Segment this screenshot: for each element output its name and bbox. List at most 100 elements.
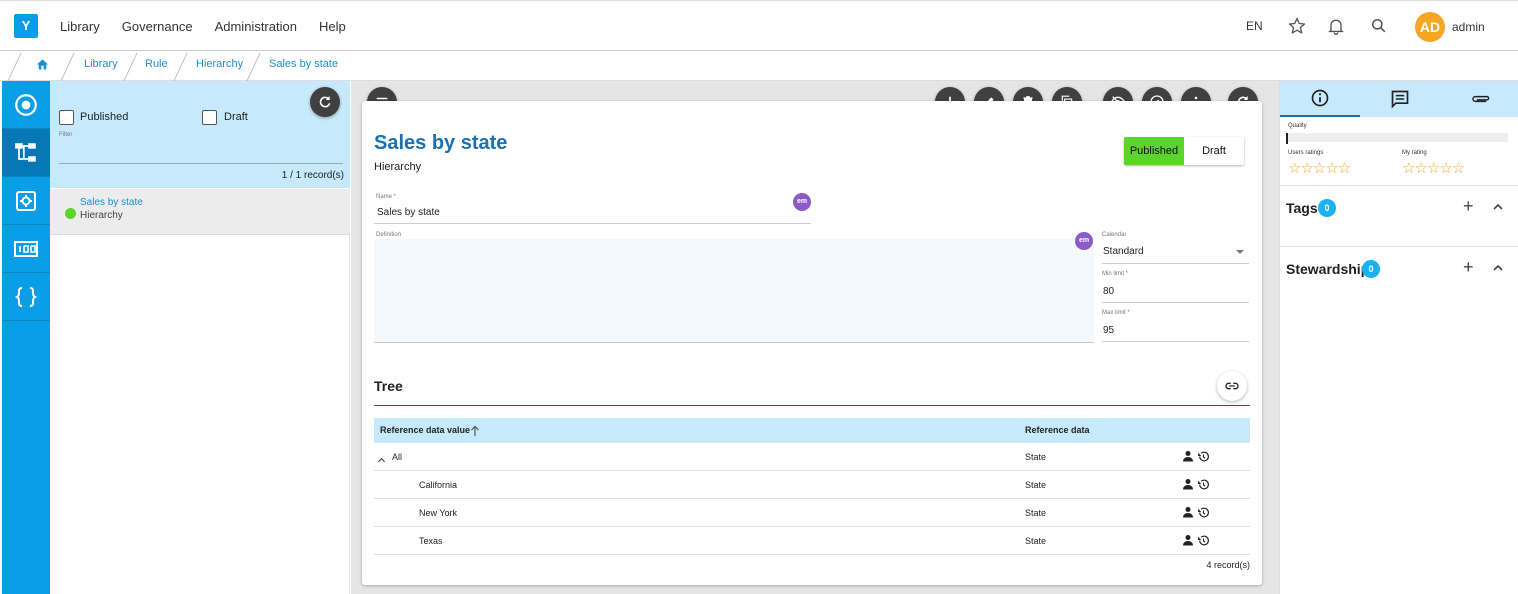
rail-metrics[interactable] [2,225,50,273]
history-icon[interactable] [1197,478,1210,491]
counter-icon [14,240,38,257]
breadcrumb-separator [7,53,22,81]
breadcrumb-hierarchy[interactable]: Hierarchy [196,58,243,70]
table-header: Reference data value Reference data [374,418,1250,443]
sort-ascending-icon[interactable] [470,424,480,442]
user-icon[interactable] [1182,478,1194,490]
min-limit-underline [1102,302,1249,303]
list-item-title[interactable]: Sales by state [80,197,143,208]
language-badge[interactable]: em [793,193,811,211]
published-checkbox[interactable] [59,110,74,125]
column-header-reference[interactable]: Reference data [1025,425,1090,435]
rail-components[interactable] [2,177,50,225]
left-rail [2,81,50,594]
top-nav: Library Governance Administration Help [60,1,346,51]
target-icon [15,93,37,116]
filter-box: Published Draft Filter 1 / 1 record(s) [50,81,350,188]
breadcrumb-library[interactable]: Library [84,58,118,70]
row-actions [1182,534,1210,547]
add-steward-button[interactable]: + [1463,257,1474,278]
nav-administration[interactable]: Administration [215,19,297,34]
cell-value: New York [419,508,458,518]
home-icon[interactable] [35,57,50,77]
comment-icon [1391,90,1409,109]
link-icon [1225,382,1239,390]
calendar-underline [1102,263,1249,264]
table-row[interactable]: All State [374,443,1250,471]
cell-value: All [392,452,403,462]
breadcrumb: Library Rule Hierarchy Sales by state [0,51,1518,81]
chevron-down-icon[interactable] [1236,250,1244,254]
quality-label: Quality [1288,123,1307,129]
rail-hierarchy[interactable] [2,129,50,177]
table-row[interactable]: California State [374,471,1250,499]
breadcrumb-current[interactable]: Sales by state [269,58,338,70]
nav-governance[interactable]: Governance [122,19,193,34]
history-icon[interactable] [1197,450,1210,463]
calendar-select[interactable]: Standard [1103,246,1144,257]
cell-reference: State [1025,508,1047,518]
my-rating-stars[interactable]: ☆☆☆☆☆ [1402,159,1465,177]
chevron-up-icon[interactable] [377,452,386,470]
braces-icon [14,286,38,307]
list-item-subtitle: Hierarchy [80,210,123,221]
min-limit-field[interactable]: 80 [1103,286,1114,297]
chevron-up-icon[interactable] [1492,261,1504,279]
avatar[interactable]: AD [1415,12,1445,42]
chevron-up-icon[interactable] [1492,200,1504,218]
filter-label: Filter [59,132,73,138]
rail-dashboard[interactable] [2,81,50,129]
tab-info[interactable] [1280,81,1360,117]
table-row[interactable]: New York State [374,499,1250,527]
status-published[interactable]: Published [1124,137,1184,165]
tab-attachments[interactable] [1440,81,1518,117]
status-toggle[interactable]: Published Draft [1124,137,1244,165]
rail-code[interactable] [2,273,50,321]
max-limit-field[interactable]: 95 [1103,325,1114,336]
definition-field[interactable] [374,239,1094,343]
tags-count-badge: 0 [1318,199,1336,217]
user-icon[interactable] [1182,506,1194,518]
nav-help[interactable]: Help [319,19,346,34]
app-logo[interactable]: Y [14,14,38,38]
username[interactable]: admin [1452,20,1485,34]
row-actions [1182,450,1210,463]
page-subtitle: Hierarchy [374,161,422,173]
search-icon[interactable] [1369,16,1389,36]
user-icon[interactable] [1182,450,1194,462]
quality-bar [1286,133,1508,142]
tab-comments[interactable] [1360,81,1440,117]
table-record-count: 4 record(s) [1206,560,1250,570]
table-row[interactable]: Texas State [374,527,1250,555]
name-label: Name * [376,194,397,200]
language-selector[interactable]: EN [1246,19,1263,33]
cell-reference: State [1025,452,1047,462]
column-header-value[interactable]: Reference data value [380,425,470,435]
breadcrumb-separator [60,53,75,81]
draft-checkbox[interactable] [202,110,217,125]
hierarchy-icon [15,142,36,162]
breadcrumb-separator [246,53,261,81]
published-label: Published [80,111,129,123]
refresh-list-button[interactable] [310,87,340,117]
name-field[interactable]: Sales by state [377,207,440,218]
list-item[interactable]: Sales by state Hierarchy [50,189,350,235]
user-icon[interactable] [1182,534,1194,546]
breadcrumb-rule[interactable]: Rule [145,58,168,70]
add-tag-button[interactable]: + [1463,196,1474,217]
tree-divider [374,405,1250,406]
filter-input[interactable] [59,163,343,164]
status-draft[interactable]: Draft [1184,137,1244,165]
link-button[interactable] [1217,371,1247,401]
nav-library[interactable]: Library [60,19,100,34]
gear-box-icon [16,190,36,211]
history-icon[interactable] [1197,534,1210,547]
bell-icon[interactable] [1326,16,1346,36]
max-limit-label: Max limit * [1102,310,1130,316]
right-tabs [1280,81,1518,117]
history-icon[interactable] [1197,506,1210,519]
max-limit-underline [1102,341,1249,342]
star-icon[interactable] [1287,16,1307,36]
stewardship-label: Stewardship [1286,261,1370,277]
language-badge[interactable]: em [1075,232,1093,250]
